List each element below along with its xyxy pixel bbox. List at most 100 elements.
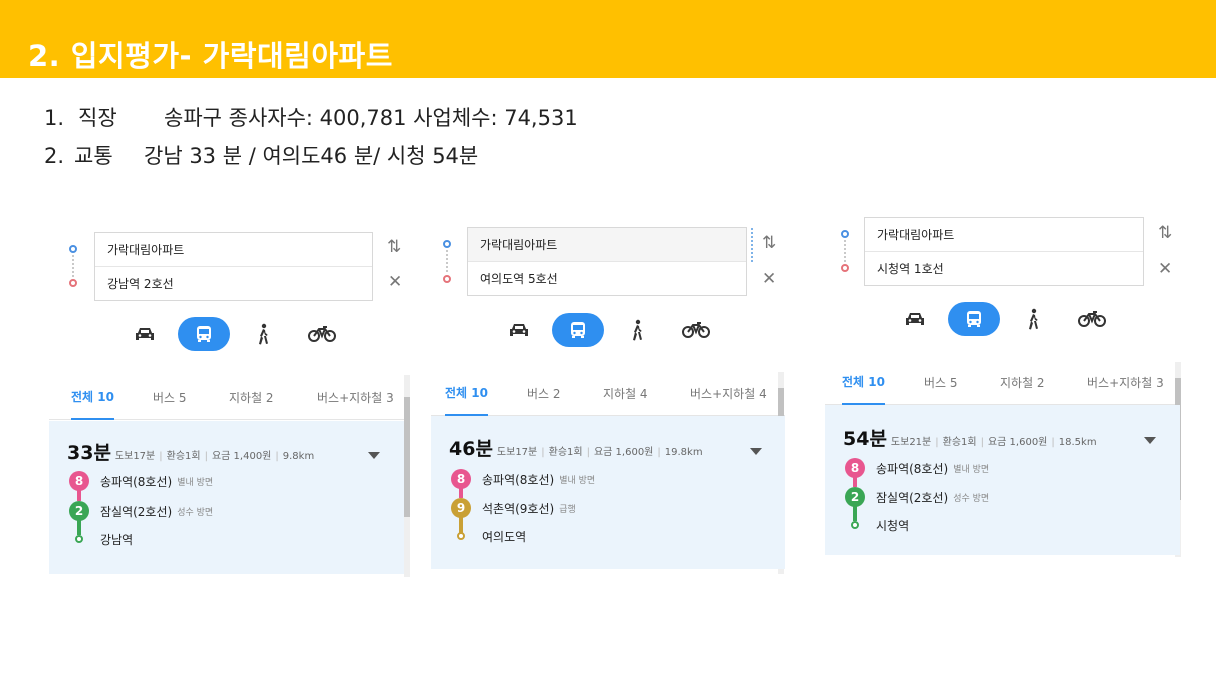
meta-separator: | <box>980 437 984 448</box>
route-type-tabs: 전체 10 버스 2 지하철 4 버스+지하철 4 <box>431 370 785 416</box>
destination-input[interactable]: 강남역 2호선 <box>95 267 372 301</box>
car-icon <box>906 313 924 325</box>
stop-name: 시청역 <box>876 518 910 533</box>
bullet-text: 강남 33 분 / 여의도46 분/ 시청 54분 <box>144 144 479 168</box>
route-result-card[interactable]: 46분 도보17분 | 환승1회 | 요금 1,600원 | 19.8km 8 송파역… <box>431 416 785 569</box>
line-badge-2: 2 <box>845 487 865 507</box>
stop-direction: 별내 방면 <box>559 475 596 486</box>
tab-bus[interactable]: 버스 2 <box>527 370 561 416</box>
swap-direction-icon[interactable]: ⇅ <box>387 239 401 256</box>
tab-all[interactable]: 전체 10 <box>842 359 885 405</box>
chevron-down-icon[interactable] <box>368 452 380 459</box>
close-icon[interactable]: ✕ <box>388 274 402 291</box>
mode-car-button[interactable] <box>889 302 941 336</box>
walk-icon <box>633 319 642 341</box>
mode-bus-button[interactable] <box>552 313 604 347</box>
mode-bus-button[interactable] <box>948 302 1000 336</box>
stop-name: 송파역(8호선) <box>482 472 555 487</box>
route-walk-time: 도보21분 <box>890 437 932 448</box>
stop-name: 강남역 <box>100 532 134 547</box>
route-stop: 9 석촌역(9호선) 급행 <box>451 498 576 518</box>
tab-bus[interactable]: 버스 5 <box>924 359 958 405</box>
meta-separator: | <box>935 437 939 448</box>
stop-name: 석촌역(9호선) <box>482 501 555 516</box>
route-transfers: 환승1회 <box>942 437 977 448</box>
results-scrollbar[interactable] <box>404 375 410 577</box>
walk-icon <box>259 323 268 345</box>
walk-icon <box>1029 308 1038 330</box>
tab-all[interactable]: 전체 10 <box>445 370 488 416</box>
transport-mode-bar <box>889 302 1119 336</box>
mode-bicycle-button[interactable] <box>1066 302 1118 336</box>
route-transfers: 환승1회 <box>548 447 583 458</box>
tab-bus-subway[interactable]: 버스+지하철 4 <box>690 370 767 416</box>
route-result-card[interactable]: 54분 도보21분 | 환승1회 | 요금 1,600원 | 18.5km 8 송파역… <box>825 405 1180 555</box>
input-divider <box>751 228 753 262</box>
tab-bus-subway[interactable]: 버스+지하철 3 <box>317 374 394 420</box>
scrollbar-thumb[interactable] <box>404 397 410 517</box>
bus-icon <box>571 322 585 338</box>
tab-subway[interactable]: 지하철 2 <box>1000 359 1045 405</box>
meta-separator: | <box>159 451 163 462</box>
route-duration: 54분 <box>843 428 887 450</box>
origin-input[interactable]: 가락대림아파트 <box>95 233 372 267</box>
mode-bus-button[interactable] <box>178 317 230 351</box>
mode-walk-button[interactable] <box>237 317 289 351</box>
route-inputs: 가락대림아파트 여의도역 5호선 <box>467 227 747 296</box>
swap-direction-icon[interactable]: ⇅ <box>1158 225 1172 242</box>
route-duration: 46분 <box>449 438 493 460</box>
mode-car-button[interactable] <box>119 317 171 351</box>
tab-bus-subway[interactable]: 버스+지하철 3 <box>1087 359 1164 405</box>
stop-name: 송파역(8호선) <box>100 474 173 489</box>
bullet-transport: 2. 교통 강남 33 분 / 여의도46 분/ 시청 54분 <box>44 140 478 170</box>
car-icon <box>136 328 154 340</box>
meta-separator: | <box>586 447 590 458</box>
transport-mode-bar <box>493 313 723 347</box>
destination-dot-icon <box>841 264 849 272</box>
meta-separator: | <box>657 447 661 458</box>
route-stop: 8 송파역(8호선) 별내 방면 <box>451 469 595 489</box>
mode-walk-button[interactable] <box>1007 302 1059 336</box>
route-fare: 요금 1,600원 <box>593 447 654 458</box>
mode-car-button[interactable] <box>493 313 545 347</box>
line-badge-9: 9 <box>451 498 471 518</box>
bullet-label: 교통 <box>74 144 113 168</box>
car-icon <box>510 324 528 336</box>
mode-bicycle-button[interactable] <box>670 313 722 347</box>
mode-walk-button[interactable] <box>611 313 663 347</box>
tab-bus[interactable]: 버스 5 <box>153 374 187 420</box>
meta-separator: | <box>204 451 208 462</box>
swap-direction-icon[interactable]: ⇅ <box>762 235 776 252</box>
route-fare: 요금 1,600원 <box>987 437 1048 448</box>
mode-bicycle-button[interactable] <box>296 317 348 351</box>
chevron-down-icon[interactable] <box>1144 437 1156 444</box>
meta-separator: | <box>1051 437 1055 448</box>
tab-subway[interactable]: 지하철 4 <box>603 370 648 416</box>
chevron-down-icon[interactable] <box>750 448 762 455</box>
origin-input[interactable]: 가락대림아파트 <box>468 228 746 262</box>
line-badge-8: 8 <box>69 471 89 491</box>
route-result-card[interactable]: 33분 도보17분 | 환승1회 | 요금 1,400원 | 9.8km 8 송파역(… <box>49 421 404 574</box>
close-icon[interactable]: ✕ <box>1158 261 1172 278</box>
bullet-text: 송파구 종사자수: 400,781 사업체수: 74,531 <box>164 106 578 130</box>
close-icon[interactable]: ✕ <box>762 271 776 288</box>
bicycle-icon <box>308 326 336 342</box>
origin-input[interactable]: 가락대림아파트 <box>865 218 1143 252</box>
route-type-tabs: 전체 10 버스 5 지하철 2 버스+지하철 3 <box>825 359 1180 405</box>
stop-name: 잠실역(2호선) <box>100 504 173 519</box>
route-stop-destination: 여의도역 <box>451 526 526 546</box>
route-inputs: 가락대림아파트 강남역 2호선 <box>94 232 373 301</box>
route-connector <box>72 255 74 277</box>
tab-all[interactable]: 전체 10 <box>71 374 114 420</box>
route-transfers: 환승1회 <box>166 451 201 462</box>
bus-icon <box>967 311 981 327</box>
route-panel-yeouido: 가락대림아파트 여의도역 5호선 ⇅ ✕ 전체 10 버스 2 지하철 4 버스… <box>431 222 785 574</box>
destination-dot-icon <box>69 279 77 287</box>
destination-input[interactable]: 여의도역 5호선 <box>468 262 746 296</box>
slide-title-bar: 2. 입지평가- 가락대림아파트 <box>0 0 1216 78</box>
destination-input[interactable]: 시청역 1호선 <box>865 252 1143 286</box>
tab-subway[interactable]: 지하철 2 <box>229 374 274 420</box>
bicycle-icon <box>1078 311 1106 327</box>
route-distance: 9.8km <box>282 451 315 462</box>
route-stop: 2 잠실역(2호선) 성수 방면 <box>845 487 989 507</box>
